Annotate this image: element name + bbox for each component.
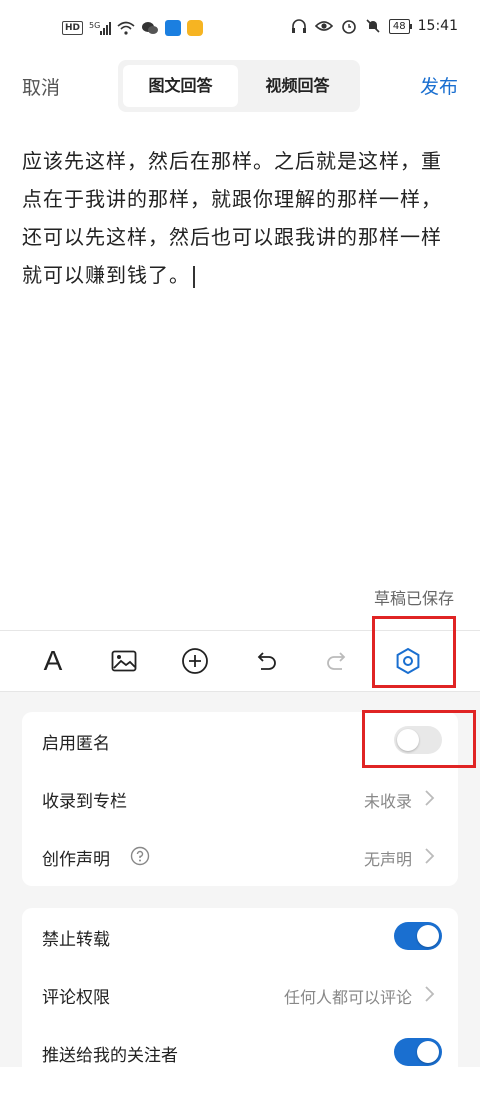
eye-icon <box>314 21 333 31</box>
text-format-icon: A <box>43 645 63 676</box>
network-type-label: 5G <box>89 21 101 30</box>
settings-button-highlight <box>372 616 456 688</box>
comment-permission-label: 评论权限 <box>42 988 110 1008</box>
answer-type-segmented-control: 图文回答 视频回答 <box>118 60 360 112</box>
chevron-right-icon <box>425 790 435 806</box>
push-followers-toggle[interactable] <box>394 1038 442 1066</box>
toggle-knob <box>417 925 439 947</box>
column-label: 收录到专栏 <box>42 792 127 812</box>
app-notification-icon <box>165 20 182 36</box>
comment-permission-value: 任何人都可以评论 <box>283 988 412 1007</box>
publish-button[interactable]: 发布 <box>420 72 458 99</box>
tab-image-text-answer[interactable]: 图文回答 <box>123 65 238 107</box>
status-bar: HD 5G 48 15:41 <box>0 0 480 58</box>
creation-statement-row[interactable]: 创作声明 无声明 <box>22 828 458 886</box>
top-bar: 取消 图文回答 视频回答 发布 <box>0 58 480 114</box>
hd-badge: HD <box>62 21 84 35</box>
anonymous-label: 启用匿名 <box>42 734 110 754</box>
insert-more-button[interactable] <box>171 631 219 691</box>
no-repost-label: 禁止转载 <box>42 930 110 950</box>
text-cursor <box>193 265 195 288</box>
chevron-right-icon <box>425 848 435 864</box>
app-notification-icon <box>187 20 204 36</box>
clock: 15:41 <box>417 18 458 34</box>
insert-image-button[interactable] <box>100 631 148 691</box>
anonymous-toggle-highlight <box>362 710 476 768</box>
image-icon <box>111 650 137 672</box>
comment-permission-row[interactable]: 评论权限 任何人都可以评论 <box>22 966 458 1024</box>
cancel-button[interactable]: 取消 <box>22 73 60 100</box>
alarm-icon <box>342 20 356 34</box>
add-circle-icon <box>182 648 208 674</box>
redo-icon <box>327 652 346 670</box>
mute-icon <box>366 19 380 33</box>
undo-button[interactable] <box>242 631 290 691</box>
answer-editor[interactable]: 应该先这样，然后在那样。之后就是这样，重点在于我讲的那样，就跟你理解的那样一样，… <box>22 142 462 294</box>
cellular-signal-icon: 5G <box>89 21 112 35</box>
status-right: 48 15:41 <box>291 18 458 34</box>
wifi-icon <box>117 21 135 35</box>
column-row[interactable]: 收录到专栏 未收录 <box>22 770 458 828</box>
no-repost-toggle[interactable] <box>394 922 442 950</box>
push-followers-label: 推送给我的关注者 <box>42 1046 178 1066</box>
headphones-icon <box>291 19 306 33</box>
push-followers-row: 推送给我的关注者 <box>22 1024 458 1082</box>
tab-video-answer[interactable]: 视频回答 <box>240 65 355 107</box>
redo-button[interactable] <box>313 631 361 691</box>
status-left: HD 5G <box>62 20 204 36</box>
creation-statement-label: 创作声明 <box>42 850 110 870</box>
wechat-icon <box>142 22 159 34</box>
draft-status: 草稿已保存 <box>373 589 454 608</box>
undo-icon <box>257 652 276 670</box>
help-icon[interactable] <box>130 846 150 866</box>
toggle-knob <box>417 1041 439 1063</box>
text-format-button[interactable]: A <box>29 631 77 691</box>
column-value: 未收录 <box>363 792 412 811</box>
chevron-right-icon <box>425 986 435 1002</box>
answer-text: 应该先这样，然后在那样。之后就是这样，重点在于我讲的那样，就跟你理解的那样一样，… <box>22 149 442 287</box>
settings-group-2: 禁止转载 评论权限 任何人都可以评论 推送给我的关注者 <box>22 908 458 1108</box>
battery-icon: 48 <box>388 18 412 34</box>
creation-statement-value: 无声明 <box>363 850 412 869</box>
no-repost-row: 禁止转载 <box>22 908 458 966</box>
